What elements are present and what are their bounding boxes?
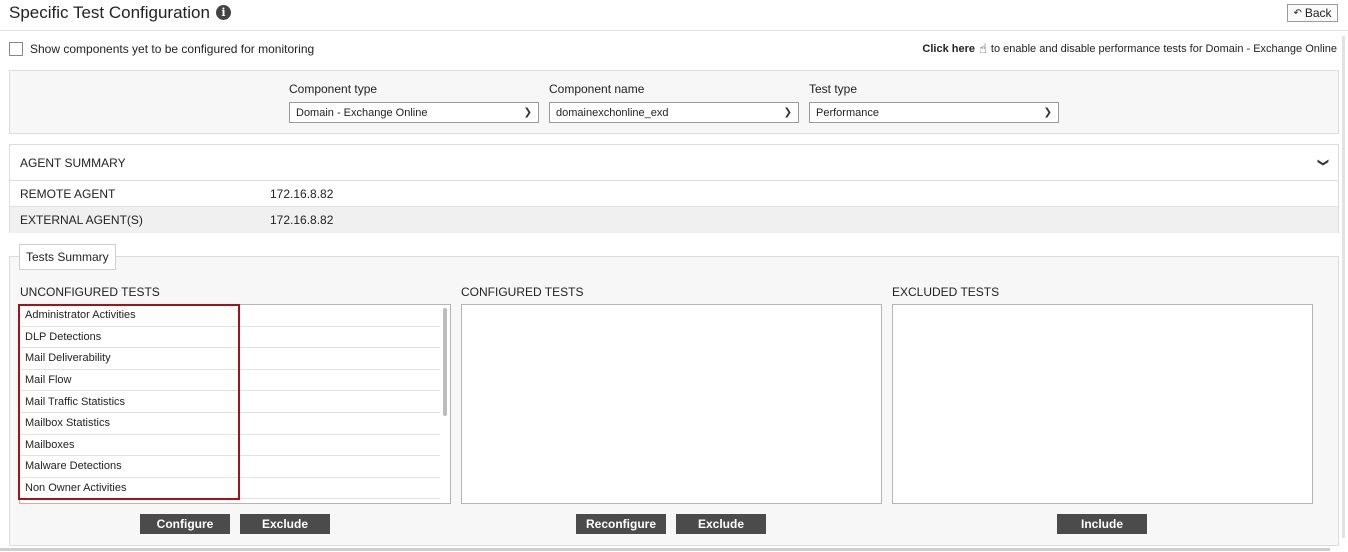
excluded-tests-label: EXCLUDED TESTS [892,285,1000,299]
back-arrow-icon: ↶ [1293,7,1302,19]
list-item[interactable]: Mailboxes [20,435,440,457]
chevron-down-icon: ❯ [523,107,532,118]
test-type-select[interactable]: Performance ❯ [809,102,1059,123]
agent-summary-panel: AGENT SUMMARY ❯ REMOTE AGENT 172.16.8.82… [9,144,1339,233]
click-here-text: to enable and disable performance tests … [990,43,1337,55]
list-item[interactable]: Mail Deliverability [20,348,440,370]
page-scrollbar[interactable] [1342,36,1345,538]
chevron-down-icon: ❯ [1043,107,1052,118]
back-button[interactable]: ↶ Back [1287,4,1338,22]
unconfigured-list: Administrator Activities DLP Detections … [20,305,440,500]
show-components-row: Show components yet to be configured for… [9,42,314,56]
configured-tests-label: CONFIGURED TESTS [461,285,584,299]
list-item[interactable]: Mail Traffic Statistics [20,391,440,413]
agent-value: 172.16.8.82 [270,213,334,227]
exclude-configured-button[interactable]: Exclude [676,514,766,534]
configure-button[interactable]: Configure [140,514,230,534]
show-components-checkbox[interactable] [9,42,23,56]
list-item[interactable]: Mailbox Statistics [20,413,440,435]
agent-row: REMOTE AGENT 172.16.8.82 [10,181,1338,207]
click-here-link[interactable]: Click here [922,43,975,55]
test-type-label: Test type [809,82,858,96]
list-item[interactable]: Mail Flow [20,370,440,392]
excluded-tests-list[interactable] [892,304,1313,504]
agent-key: REMOTE AGENT [20,186,116,201]
component-type-select[interactable]: Domain - Exchange Online ❯ [289,102,539,123]
agent-value: 172.16.8.82 [270,186,334,201]
page-title: Specific Test Configuration [9,3,210,22]
unconfigured-tests-label: UNCONFIGURED TESTS [20,285,160,299]
unconfigured-tests-list[interactable]: Administrator Activities DLP Detections … [19,304,451,504]
component-type-label: Component type [289,82,378,96]
hand-pointer-icon: ☝ [978,41,987,56]
component-name-group: Component name domainexchonline_exd ❯ [549,82,799,123]
info-icon[interactable]: i [216,5,231,20]
show-components-label[interactable]: Show components yet to be configured for… [30,42,314,56]
chevron-down-icon[interactable]: ❯ [1317,158,1330,167]
component-name-select[interactable]: domainexchonline_exd ❯ [549,102,799,123]
component-name-label: Component name [549,82,645,96]
reconfigure-button[interactable]: Reconfigure [576,514,666,534]
back-label: Back [1304,6,1332,20]
list-item[interactable]: Administrator Activities [20,305,440,327]
horizontal-scrollbar[interactable] [0,548,1330,551]
component-name-value: domainexchonline_exd [556,106,669,119]
chevron-down-icon: ❯ [783,107,792,118]
agent-row: EXTERNAL AGENT(S) 172.16.8.82 [10,207,1338,233]
component-type-group: Component type Domain - Exchange Online … [289,82,539,123]
list-item[interactable]: Malware Detections [20,456,440,478]
unconfigured-scrollbar[interactable] [443,308,447,416]
list-item[interactable]: Non Owner Activities [20,478,440,500]
exclude-unconfigured-button[interactable]: Exclude [240,514,330,534]
component-type-value: Domain - Exchange Online [296,106,428,119]
test-type-group: Test type Performance ❯ [809,82,1059,123]
agent-key: EXTERNAL AGENT(S) [20,213,143,227]
tests-summary-tab[interactable]: Tests Summary [19,244,116,270]
configured-tests-list[interactable] [461,304,882,504]
click-here-row: Click here ☝ to enable and disable perfo… [922,41,1337,57]
include-button[interactable]: Include [1057,514,1147,534]
list-item[interactable]: DLP Detections [20,327,440,349]
agent-summary-title: AGENT SUMMARY [20,155,126,170]
test-type-value: Performance [816,106,879,119]
title-bar: Specific Test Configuration i ↶ Back [0,0,1348,31]
agent-summary-header[interactable]: AGENT SUMMARY ❯ [10,145,1338,181]
filter-panel: Component type Domain - Exchange Online … [9,70,1339,134]
